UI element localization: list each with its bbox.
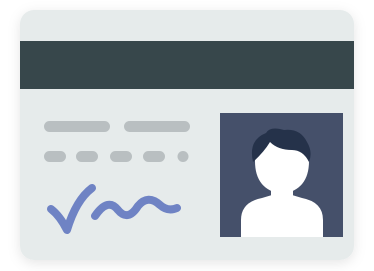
silhouette-body (241, 195, 323, 237)
id-card-icon (20, 10, 354, 260)
magnetic-stripe (20, 41, 354, 89)
text-dot (177, 151, 189, 162)
text-dash (143, 151, 165, 162)
text-dash (110, 151, 132, 162)
text-dash (76, 151, 98, 162)
text-line-short (44, 121, 110, 132)
text-dash (44, 151, 66, 162)
id-card-illustration (0, 0, 374, 271)
text-line-short (124, 121, 190, 132)
